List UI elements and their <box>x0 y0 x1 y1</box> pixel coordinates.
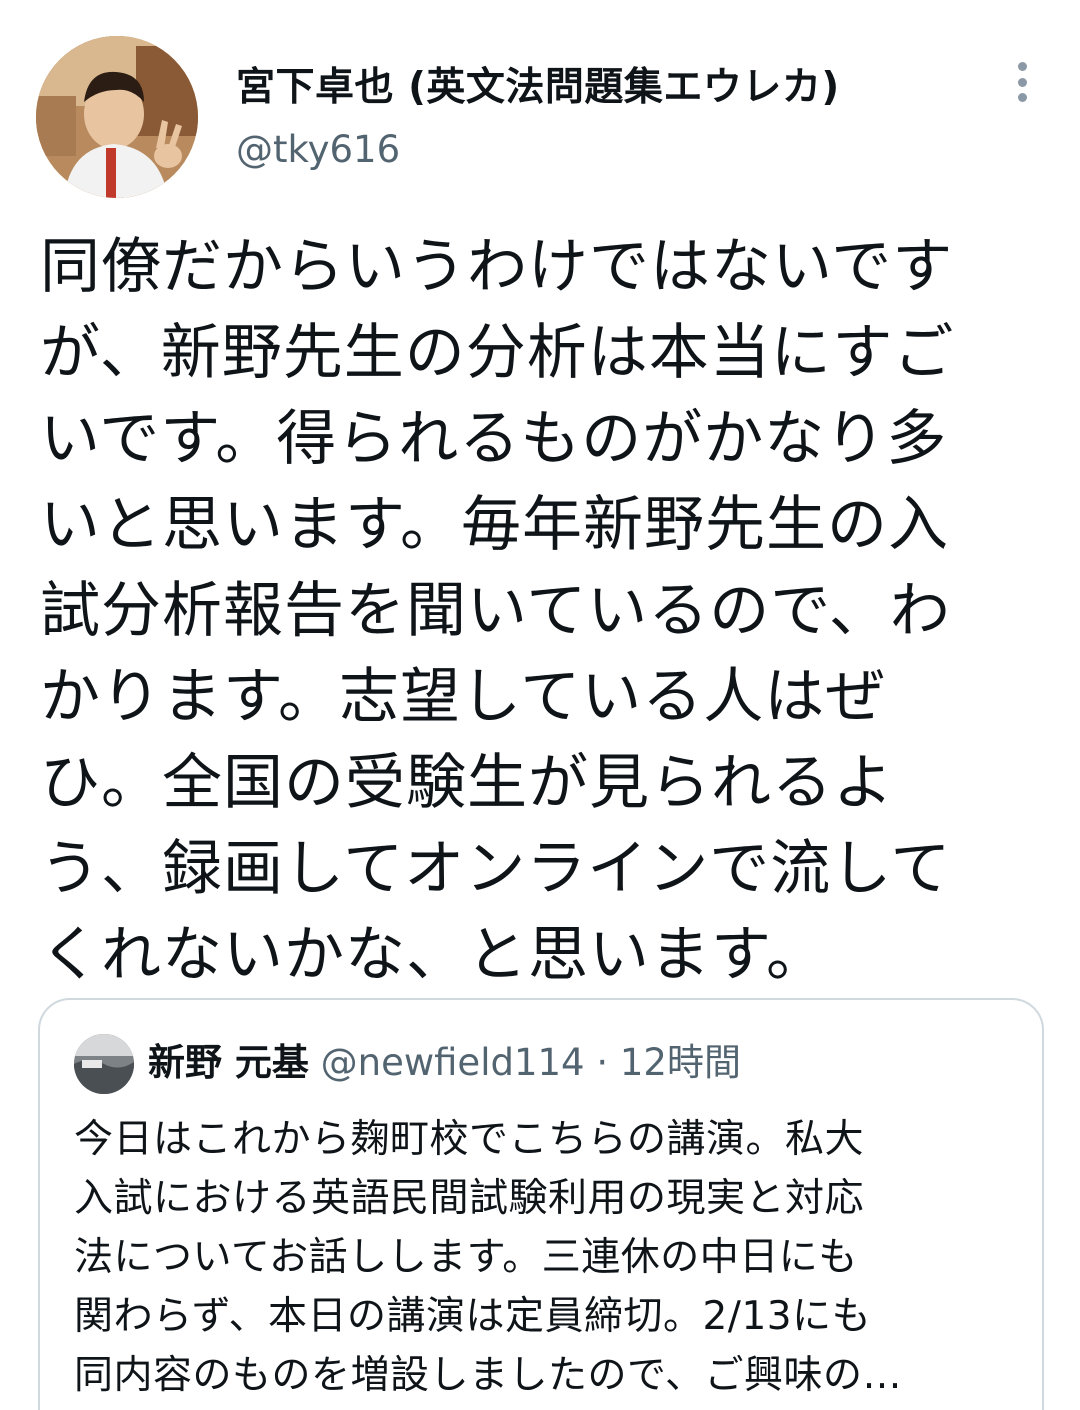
author-name[interactable]: 宮下卓也 (英文法問題集エウレカ) <box>236 56 840 112</box>
quoted-text-line: 法についてお話しします。三連休の中日にも <box>74 1235 858 1280</box>
author-avatar[interactable] <box>36 36 198 198</box>
tweet-text-line: かります。志望している人はぜ <box>40 662 887 732</box>
quoted-author-name[interactable]: 新野 元基 <box>148 1041 309 1084</box>
tweet-text-line: が、新野先生の分析は本当にすご <box>40 318 955 388</box>
tweet-text-line: いと思います。毎年新野先生の入 <box>40 490 949 560</box>
tweet-text-line: ひ。全国の受験生が見られるよ <box>40 748 894 818</box>
quoted-tweet-text: 今日はこれから麹町校でこちらの講演。私大 入試における英語民間試験利用の現実と対… <box>74 1110 1014 1405</box>
more-dot <box>1017 93 1027 102</box>
quoted-text-line: 入試における英語民間試験利用の現実と対応 <box>74 1176 865 1221</box>
tweet[interactable]: 宮下卓也 (英文法問題集エウレカ) @tky616 同僚だからいうわけではないで… <box>0 0 1080 1410</box>
tweet-text: 同僚だからいうわけではないです が、新野先生の分析は本当にすご いです。得られる… <box>40 224 1050 998</box>
quoted-author-handle[interactable]: @newfield114 <box>321 1041 585 1084</box>
more-dot <box>1017 62 1027 71</box>
quoted-author-avatar-photo <box>74 1034 134 1094</box>
more-vertical-icon[interactable] <box>1010 62 1034 102</box>
quoted-text-line: 今日はこれから麹町校でこちらの講演。私大 <box>74 1117 865 1162</box>
quoted-tweet-card[interactable]: 新野 元基 @newfield114 · 12時間 今日はこれから麹町校でこちら… <box>38 998 1044 1410</box>
tweet-text-line: いです。得られるものがかなり多 <box>40 404 948 474</box>
author-avatar-photo <box>36 36 198 198</box>
quoted-text-line: 同内容のものを増設しましたので、ご興味の… <box>74 1353 902 1398</box>
meta-separator: · <box>596 1041 609 1084</box>
quoted-tweet-header: 新野 元基 @newfield114 · 12時間 <box>148 1036 741 1090</box>
tweet-text-line: う、録画してオンラインで流して <box>40 834 952 904</box>
quoted-tweet-time[interactable]: 12時間 <box>620 1041 741 1084</box>
quoted-author-avatar[interactable] <box>74 1034 134 1094</box>
tweet-text-line: 同僚だからいうわけではないです <box>40 232 954 302</box>
author-handle[interactable]: @tky616 <box>236 128 400 171</box>
tweet-text-line: くれないかな、と思います。 <box>40 920 827 990</box>
quoted-text-line: 関わらず、本日の講演は定員締切。2/13にも <box>74 1294 872 1339</box>
tweet-text-line: 試分析報告を聞いているので、わ <box>40 576 951 646</box>
more-dot <box>1017 77 1027 87</box>
